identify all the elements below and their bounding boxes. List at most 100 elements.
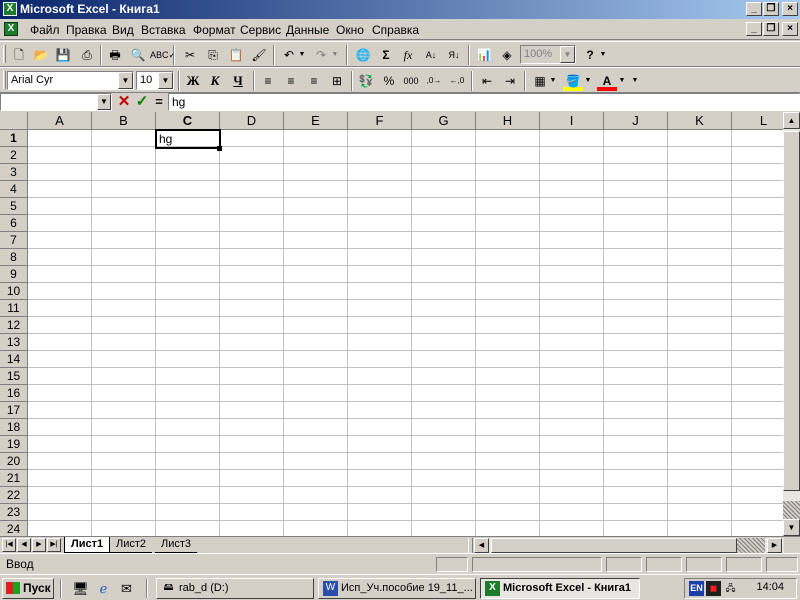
name-box[interactable]: ▼ <box>0 93 112 111</box>
excel-app-icon[interactable]: X <box>3 2 17 16</box>
chevron-down-icon[interactable]: ▼ <box>158 72 173 89</box>
menu-insert[interactable]: Вставка <box>141 23 186 37</box>
minimize-button[interactable]: _ <box>746 2 762 16</box>
increase-indent-icon[interactable]: ⇥ <box>500 71 520 91</box>
italic-button[interactable]: К <box>205 71 225 91</box>
h-split-box[interactable] <box>737 538 765 553</box>
menu-format[interactable]: Формат <box>193 23 236 37</box>
fill-color-dropdown-icon[interactable]: ▼ <box>583 71 593 91</box>
menu-file[interactable]: Файл <box>30 23 60 37</box>
vertical-scrollbar[interactable]: ▲ ▼ <box>783 112 800 536</box>
close-button[interactable]: × <box>782 2 798 16</box>
outlook-icon[interactable]: ✉ <box>118 580 135 597</box>
decrease-indent-icon[interactable]: ⇤ <box>477 71 497 91</box>
help-icon[interactable]: ? <box>580 45 600 65</box>
formula-input[interactable]: hg <box>168 93 800 111</box>
spelling-icon[interactable]: ABC✓ <box>150 45 176 65</box>
last-sheet-icon[interactable]: ▶| <box>47 538 61 552</box>
thousands-button[interactable]: 000 <box>401 71 421 91</box>
scroll-thumb[interactable] <box>783 131 800 491</box>
merge-center-icon[interactable]: ⊞ <box>327 71 347 91</box>
percent-button[interactable]: % <box>379 71 399 91</box>
antivirus-icon[interactable]: ◼ <box>706 581 721 596</box>
print-icon[interactable]: 🖶 <box>105 45 125 65</box>
network-icon[interactable]: 🖧 <box>723 581 738 596</box>
sheet-tab-2[interactable]: Лист2 <box>110 537 153 553</box>
toolbar-grip[interactable] <box>3 71 6 89</box>
cut-icon[interactable]: ✂ <box>180 45 200 65</box>
h-scroll-thumb[interactable] <box>491 538 737 553</box>
tab-split-handle[interactable] <box>468 538 473 553</box>
sheet-tab-1[interactable]: Лист1 <box>64 537 111 553</box>
restore-button[interactable]: ❐ <box>763 2 779 16</box>
menu-help[interactable]: Справка <box>372 23 419 37</box>
open-icon[interactable]: 📂 <box>31 45 51 65</box>
save-icon[interactable]: 💾 <box>53 45 73 65</box>
underline-button[interactable]: Ч <box>228 71 248 91</box>
redo-dropdown-icon[interactable]: ▼ <box>330 45 340 65</box>
font-color-dropdown-icon[interactable]: ▼ <box>617 71 627 91</box>
scroll-up-icon[interactable]: ▲ <box>783 112 800 129</box>
menu-tools[interactable]: Сервис <box>240 23 281 37</box>
hyperlink-icon[interactable]: 🌐 <box>353 45 373 65</box>
fill-handle[interactable] <box>217 146 222 151</box>
borders-icon[interactable]: ▦ <box>530 71 550 91</box>
cancel-icon[interactable]: ✕ <box>116 93 132 111</box>
show-desktop-icon[interactable]: 🖥 <box>72 580 89 597</box>
language-indicator[interactable]: EN <box>689 581 704 596</box>
decrease-decimal-icon[interactable]: ←,0 <box>447 71 467 91</box>
redo-icon[interactable]: ↷ <box>311 45 331 65</box>
new-icon[interactable]: 🗋 <box>9 45 29 65</box>
copy-icon[interactable]: ⎘ <box>203 45 223 65</box>
task-word[interactable]: W Исп_Уч.пособие 19_11_... <box>318 578 476 599</box>
doc-close-button[interactable]: × <box>782 22 798 36</box>
chevron-down-icon[interactable]: ▼ <box>118 72 133 89</box>
menu-window[interactable]: Окно <box>336 23 364 37</box>
title-bar[interactable]: X Microsoft Excel - Книга1 _ ❐ × <box>0 0 800 19</box>
align-right-icon[interactable]: ≡ <box>304 71 324 91</box>
scroll-down-icon[interactable]: ▼ <box>783 519 800 536</box>
doc-minimize-button[interactable]: _ <box>746 22 762 36</box>
toolbar-grip[interactable] <box>3 45 6 63</box>
task-excel[interactable]: X Microsoft Excel - Книга1 <box>480 578 640 599</box>
font-select[interactable]: Arial Cyr ▼ <box>7 71 134 90</box>
internet-explorer-icon[interactable]: ℯ <box>95 580 112 597</box>
workbook-icon[interactable]: X <box>4 22 18 36</box>
next-sheet-icon[interactable]: ▶ <box>32 538 46 552</box>
paste-icon[interactable]: 📋 <box>226 45 246 65</box>
format-painter-icon[interactable]: 🖌 <box>249 45 269 65</box>
toolbar-options-icon[interactable]: ▼ <box>598 45 608 65</box>
prev-sheet-icon[interactable]: ◀ <box>17 538 31 552</box>
scroll-right-icon[interactable]: ▶ <box>767 538 782 553</box>
borders-dropdown-icon[interactable]: ▼ <box>548 71 558 91</box>
zoom-select[interactable]: 100% ▼ <box>520 45 576 64</box>
currency-icon[interactable]: 💱 <box>356 71 376 91</box>
sort-descending-icon[interactable]: Я↓ <box>444 45 464 65</box>
drawing-icon[interactable]: ◈ <box>497 45 517 65</box>
chevron-down-icon[interactable]: ▼ <box>97 94 111 110</box>
scroll-left-icon[interactable]: ◀ <box>474 538 489 553</box>
spreadsheet-grid[interactable]: ABCDEFGHIJKL 1 2 3 4 5 6 7 8 9 10 11 12 13 14 15 16 17 18… <box>0 112 783 536</box>
menu-edit[interactable]: Правка <box>66 23 107 37</box>
first-sheet-icon[interactable]: |◀ <box>2 538 16 552</box>
fill-color-icon[interactable]: 🪣 <box>563 71 583 91</box>
chevron-down-icon[interactable]: ▼ <box>560 46 575 63</box>
sort-ascending-icon[interactable]: A↓ <box>421 45 441 65</box>
print-preview-icon[interactable]: 🔍 <box>128 45 148 65</box>
enter-icon[interactable]: ✓ <box>134 93 150 111</box>
autosum-icon[interactable]: Σ <box>376 45 396 65</box>
horizontal-scrollbar[interactable]: ◀ ▶ <box>474 538 784 553</box>
increase-decimal-icon[interactable]: ,0→ <box>424 71 444 91</box>
equals-button[interactable]: = <box>152 93 166 111</box>
start-button[interactable]: Пуск <box>2 578 54 599</box>
doc-restore-button[interactable]: ❐ <box>763 22 779 36</box>
function-icon[interactable]: fx <box>398 45 418 65</box>
undo-icon[interactable]: ↶ <box>279 45 299 65</box>
chart-wizard-icon[interactable]: 📊 <box>474 45 494 65</box>
font-size-select[interactable]: 10 ▼ <box>136 71 174 90</box>
permission-icon[interactable]: ⎙ <box>77 45 97 65</box>
menu-view[interactable]: Вид <box>112 23 134 37</box>
sheet-tab-3[interactable]: Лист3 <box>155 537 198 553</box>
menu-data[interactable]: Данные <box>286 23 329 37</box>
active-cell-border[interactable] <box>155 129 221 149</box>
